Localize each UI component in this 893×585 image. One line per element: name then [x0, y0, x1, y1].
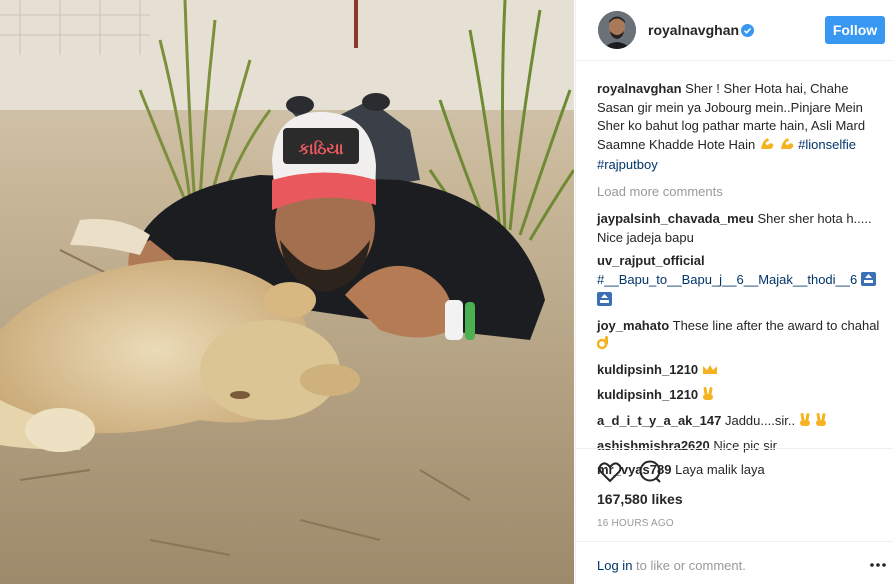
caption-username[interactable]: royalnavghan	[597, 81, 682, 96]
comments-list: royalnavghan Sher ! Sher Hota hai, Chahe…	[596, 80, 887, 484]
comment-text: Nice pic sir	[713, 438, 777, 453]
comment-item: kuldipsinh_1210	[597, 386, 887, 407]
flexed-biceps-emoji	[779, 136, 795, 157]
login-prompt: Log in to like or comment.	[597, 558, 746, 573]
post-footer: Log in to like or comment.	[576, 541, 893, 585]
heart-icon[interactable]	[597, 459, 623, 485]
comment-icon[interactable]	[637, 459, 663, 485]
victory-hand-emoji	[702, 386, 715, 407]
login-prompt-text: to like or comment.	[636, 558, 746, 573]
comment-item: uv_rajput_official #__Bapu_to__Bapu_j__6…	[597, 252, 887, 312]
instagram-post: કાઠિયા royalnavghan Follow royalnavghan …	[0, 0, 893, 584]
photo-illustration: કાઠિયા	[0, 0, 574, 584]
comment-username[interactable]: ashishmishra2620	[597, 438, 710, 453]
more-options-icon[interactable]	[869, 560, 887, 570]
avatar-image	[598, 11, 636, 49]
top-arrow-emoji	[597, 292, 612, 312]
action-bar	[576, 448, 893, 483]
comment-text: These line after the award to chahal	[672, 317, 880, 333]
comment-item: a_d_i_t_y_a_ak_147 Jaddu....sir..	[597, 412, 887, 433]
post-side-panel: royalnavghan Follow royalnavghan Sher ! …	[575, 0, 893, 584]
comment-hashtag[interactable]: #__Bapu_to__Bapu_j__6__Majak__thodi__6	[597, 272, 857, 287]
comment-username[interactable]: kuldipsinh_1210	[597, 387, 698, 402]
comment-item: kuldipsinh_1210	[597, 361, 887, 382]
post-header: royalnavghan Follow	[576, 0, 893, 61]
post-photo[interactable]: કાઠિયા	[0, 0, 574, 584]
hashtag-lionselfie[interactable]: #lionselfie	[798, 137, 856, 152]
comment-text: Jaddu....sir..	[724, 412, 796, 428]
comment-username[interactable]: a_d_i_t_y_a_ak_147	[597, 413, 721, 428]
comment-item: jaypalsinh_chavada_meu Sher sher hota h.…	[597, 210, 887, 247]
victory-hand-emoji	[815, 412, 828, 433]
cap-logo-text: કાઠિયા	[298, 139, 343, 158]
comment-username[interactable]: kuldipsinh_1210	[597, 362, 698, 377]
flexed-biceps-emoji	[759, 136, 775, 157]
caption: royalnavghan Sher ! Sher Hota hai, Chahe…	[597, 80, 887, 175]
load-more-comments[interactable]: Load more comments	[597, 183, 887, 202]
follow-button[interactable]: Follow	[825, 16, 885, 44]
comment-username[interactable]: uv_rajput_official	[597, 253, 705, 268]
victory-hand-emoji	[799, 412, 812, 433]
comment-username[interactable]: jaypalsinh_chavada_meu	[597, 211, 754, 226]
ok-hand-emoji	[596, 335, 610, 356]
hashtag-rajputboy[interactable]: #rajputboy	[597, 157, 658, 172]
login-link[interactable]: Log in	[597, 558, 632, 573]
comment-item: joy_mahato These line after the award to…	[596, 317, 887, 356]
header-username[interactable]: royalnavghan	[648, 22, 739, 38]
verified-badge-icon	[741, 24, 754, 37]
likes-count[interactable]: 167,580 likes	[597, 491, 683, 507]
comment-item: ashishmishra2620 Nice pic sir	[597, 437, 887, 456]
comment-text: Laya malik laya	[675, 461, 765, 477]
crown-emoji	[702, 363, 718, 382]
avatar[interactable]	[598, 11, 636, 49]
comment-username[interactable]: joy_mahato	[597, 318, 669, 333]
top-arrow-emoji	[860, 271, 876, 292]
post-timestamp: 16 HOURS AGO	[597, 518, 674, 529]
